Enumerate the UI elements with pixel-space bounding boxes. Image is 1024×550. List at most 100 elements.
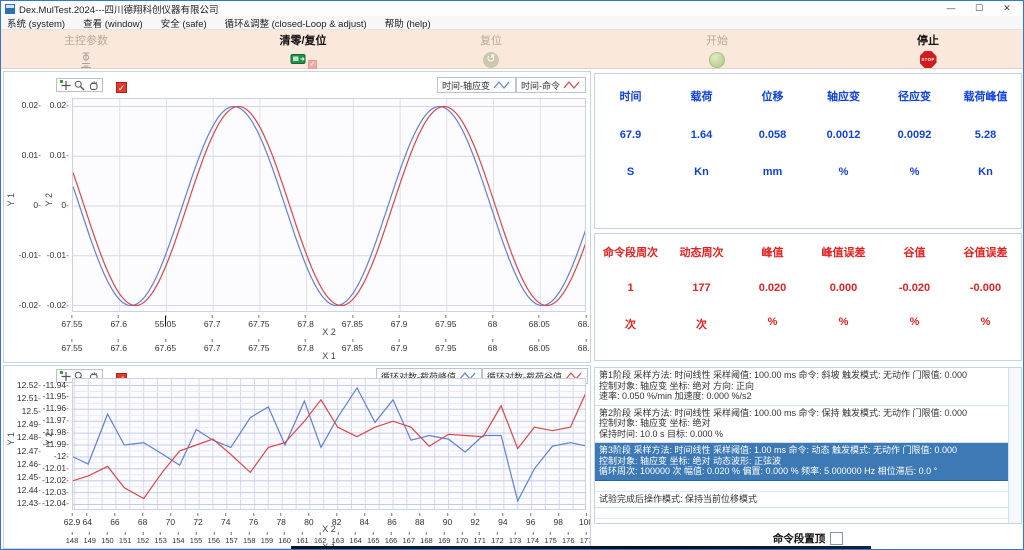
plot-area[interactable] <box>72 378 586 510</box>
readout-column: 时间67.9S <box>595 88 666 228</box>
y-tick-label: 12.43 <box>17 498 41 508</box>
x-tick-label: 68.1 <box>578 339 591 353</box>
y-tick-label: 12.46 <box>17 459 41 469</box>
x-tick-label: 67.85 <box>342 315 363 329</box>
readout-column: 载荷峰值5.28Kn <box>950 88 1021 228</box>
menu-window[interactable]: 查看 (window) <box>83 16 143 30</box>
readout-unit: 次 <box>625 316 636 332</box>
x-tick-label: 67.85 <box>342 339 363 353</box>
y-tick-label: 12.5 <box>22 406 41 416</box>
app-window: Dex.MulTest.2024---四川德翔科创仪器有限公司 — ☐ ✕ 系统… <box>0 0 1024 550</box>
readout-unit: % <box>839 316 849 328</box>
toolbar-stop-button[interactable]: 停止 STOP <box>873 32 983 69</box>
legend-label: 时间-命令 <box>521 79 560 92</box>
readout-header: 谷值 <box>904 244 926 260</box>
log-block[interactable]: 试验完成后操作模式: 保持当前位移模式 <box>595 492 1008 509</box>
readout-column: 峰值0.020% <box>737 244 808 360</box>
readout-value: 0.0012 <box>827 129 861 141</box>
y-tick-label: -11.96 <box>43 403 69 413</box>
toolbar-reset-button[interactable]: 复位 ↺ <box>436 32 546 69</box>
maximize-button[interactable]: ☐ <box>965 1 993 16</box>
zoom-icon[interactable] <box>74 80 85 91</box>
y-tick-label: -12.04 <box>42 498 69 508</box>
x-tick-label: 167 <box>402 532 415 545</box>
log-line: 控制对象: 轴应变 坐标: 绝对 动态波形: 正弦波 <box>599 456 1004 467</box>
x-tick-label: 67.8 <box>297 339 314 353</box>
plot-area[interactable] <box>72 98 586 312</box>
x-tick-label: 159 <box>261 532 274 545</box>
toolbar-master-params-button[interactable]: 主控参数 <box>31 32 141 69</box>
readout-value: 1 <box>627 282 633 294</box>
menu-loop-adjust[interactable]: 循环&调整 (closed-Loop & adjust) <box>225 16 367 30</box>
readout-unit: 次 <box>696 316 707 332</box>
y-tick-label: 0 <box>33 200 41 210</box>
readout-value: 177 <box>692 282 710 294</box>
readout-column: 轴应变0.0012% <box>808 88 879 228</box>
x-tick-label: 68.05 <box>529 339 550 353</box>
x-tick-label: 155 <box>190 532 203 545</box>
x-tick-label: 94 <box>498 513 507 527</box>
y-tick-label: 12.44 <box>17 485 41 495</box>
x-tick-label: 161 <box>296 532 309 545</box>
x-tick-label: 67.8 <box>297 315 314 329</box>
command-top-checkbox[interactable] <box>830 532 843 545</box>
x-tick-label: 149 <box>83 532 96 545</box>
readout-header: 动态周次 <box>680 244 724 260</box>
legend-item[interactable]: 时间-轴应变 <box>437 77 516 93</box>
menu-system[interactable]: 系统 (system) <box>7 16 65 30</box>
plot-visible-checkbox[interactable]: ✓ <box>116 82 127 93</box>
x-tick-label: 151 <box>119 532 132 545</box>
menu-safe[interactable]: 安全 (safe) <box>161 16 207 30</box>
readout-unit: % <box>839 166 849 178</box>
readout-primary-panel: 时间67.9S载荷1.64Kn位移0.058mm轴应变0.0012%径应变0.0… <box>594 73 1022 229</box>
graph-palette <box>56 78 103 92</box>
readout-column: 命令段周次1次 <box>595 244 666 360</box>
legend-line-icon <box>493 80 511 90</box>
readout-unit: % <box>910 316 920 328</box>
toolbar-start-button[interactable]: 开始 <box>662 32 772 69</box>
x-tick-label: 68 <box>488 315 497 329</box>
toolbar-clear-reset-button[interactable]: 清零/复位 ✓ <box>248 32 358 69</box>
x-tick-label: 172 <box>491 532 504 545</box>
log-line: 第2阶段 采样方法: 时间线性 采样阈值: 100.00 ms 命令: 保持 触… <box>599 408 1004 419</box>
readout-header: 时间 <box>620 88 642 104</box>
graph-cursor-mark[interactable] <box>165 316 166 326</box>
readout-value: -0.000 <box>970 282 1001 294</box>
x-tick-label: 68 <box>138 513 147 527</box>
taskbar-edge <box>291 546 871 550</box>
close-button[interactable]: ✕ <box>993 1 1021 16</box>
y-tick-label: 12.48 <box>17 432 41 442</box>
y-tick-label: 12.45 <box>17 472 41 482</box>
x-tick-label: 153 <box>154 532 167 545</box>
x-tick-label: 157 <box>225 532 238 545</box>
readout-unit: mm <box>763 166 783 178</box>
toolbar-reset-label: 复位 <box>436 32 546 48</box>
log-block[interactable]: 第1阶段 采样方法: 时间线性 采样阈值: 100.00 ms 命令: 斜坡 触… <box>595 368 1008 406</box>
cycle-chart-panel[interactable]: ✓循环对数-载荷峰值 循环对数-载荷谷值 Y 112.5212.5112.512… <box>3 365 591 549</box>
x-tick-label: 67.9 <box>391 339 408 353</box>
pan-hand-icon[interactable] <box>88 80 99 91</box>
log-block-selected[interactable]: 第3阶段 采样方法: 时间线性 采样阈值: 1.00 ms 命令: 动态 触发模… <box>595 443 1008 481</box>
x-tick-label: 164 <box>349 532 362 545</box>
x-tick-label: 170 <box>456 532 469 545</box>
cursor-move-icon[interactable] <box>60 80 71 91</box>
log-block[interactable]: 第2阶段 采样方法: 时间线性 采样阈值: 100.00 ms 命令: 保持 触… <box>595 406 1008 444</box>
log-line: 保持时间: 10.0 s 目标: 0.000 % <box>599 429 1004 440</box>
readout-unit: % <box>981 316 991 328</box>
menu-help[interactable]: 帮助 (help) <box>385 16 431 30</box>
stop-icon: STOP <box>920 51 937 68</box>
log-scrollbar[interactable] <box>1008 368 1021 523</box>
toolbar-stop-label: 停止 <box>873 32 983 48</box>
toolbar-clear-reset-label: 清零/复位 <box>248 32 358 48</box>
y-tick-label: 12.47 <box>17 446 41 456</box>
readout-column: 载荷1.64Kn <box>666 88 737 228</box>
readout-header: 峰值误差 <box>822 244 866 260</box>
x-tick-label: 98 <box>554 513 563 527</box>
waveform-chart-panel[interactable]: ✓时间-轴应变 时间-命令 Y 10.020.010-0.01-0.02Y 20… <box>3 71 591 363</box>
y-tick-label: -0.02 <box>47 300 69 310</box>
readout-value: 67.9 <box>620 129 641 141</box>
x-tick-label: 72 <box>193 513 202 527</box>
minimize-button[interactable]: — <box>937 1 965 16</box>
y-tick-label: -0.02 <box>19 300 41 310</box>
legend-item[interactable]: 时间-命令 <box>516 77 586 93</box>
